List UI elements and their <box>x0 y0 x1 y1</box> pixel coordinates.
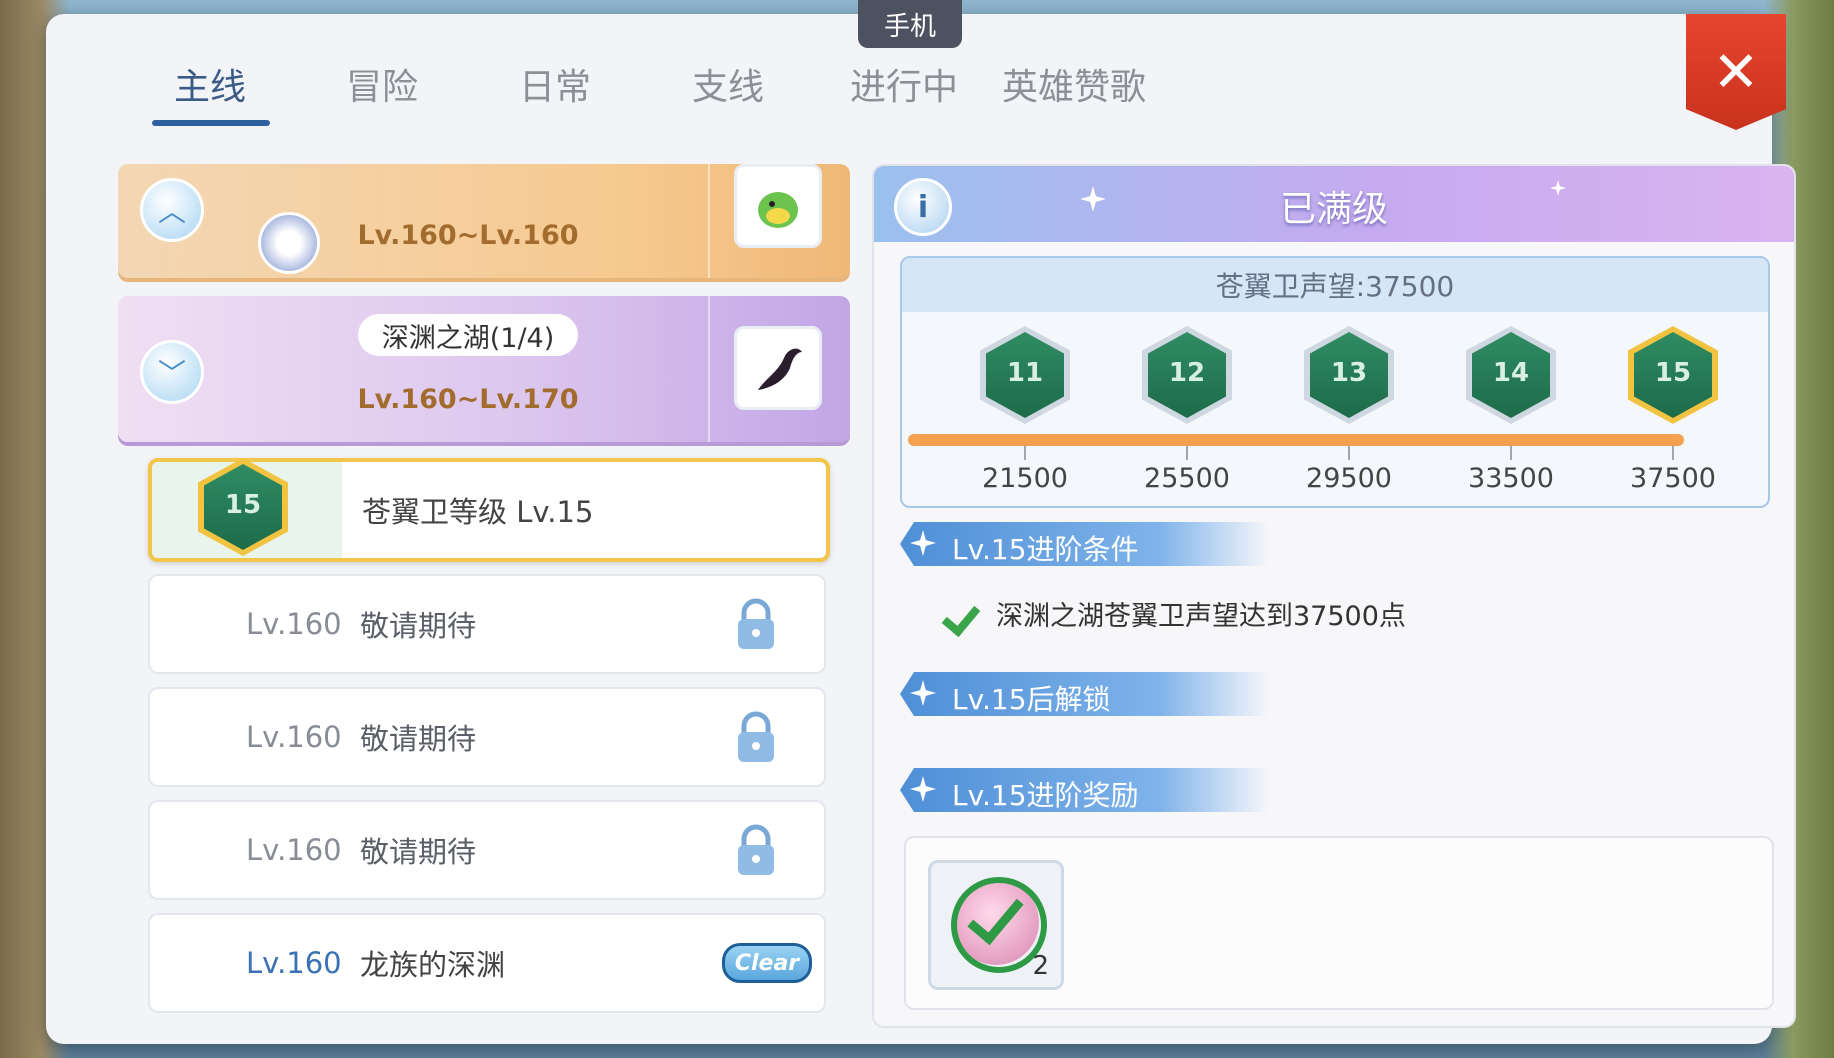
chapter-divider <box>708 164 710 278</box>
quest-detail-panel: i 已满级 苍翼卫声望:37500 11 12 13 14 15 21500 2… <box>872 164 1796 1028</box>
progress-tick <box>1510 446 1512 460</box>
detail-header: i 已满级 <box>874 166 1794 242</box>
reward-count: 2 <box>1032 951 1049 981</box>
section-header-unlocks: Lv.15后解锁 <box>900 672 1270 716</box>
reputation-value: 37500 <box>1630 463 1716 494</box>
detail-title: 已满级 <box>1279 189 1388 230</box>
star-icon <box>910 680 936 706</box>
chapter-divider <box>708 296 710 442</box>
progress-tick <box>1186 446 1188 460</box>
section-title: Lv.15进阶条件 <box>952 533 1139 566</box>
reputation-value: 21500 <box>982 463 1068 494</box>
tab-adventure[interactable]: 冒险 <box>346 58 418 110</box>
section-title: Lv.15后解锁 <box>952 683 1111 716</box>
rank-medal-icon: 11 <box>978 326 1072 424</box>
star-icon <box>910 776 936 802</box>
rank-medal-icon: 13 <box>1302 326 1396 424</box>
rank-medal-icon: 12 <box>1140 326 1234 424</box>
star-icon <box>910 530 936 556</box>
quest-name: 敬请期待 <box>360 835 477 869</box>
condition-row: 深渊之湖苍翼卫声望达到37500点 <box>944 594 1406 633</box>
device-label: 手机 <box>858 0 962 48</box>
tab-in-progress[interactable]: 进行中 <box>850 58 958 110</box>
lock-icon <box>738 824 774 875</box>
reward-item[interactable]: 2 <box>928 860 1064 990</box>
clear-badge: Clear <box>722 943 812 983</box>
medal-rank: 12 <box>1168 358 1206 388</box>
reputation-progress-bar <box>908 434 1684 446</box>
quest-panel: 主线 冒险 日常 支线 进行中 英雄赞歌 ︿ Lv.160~Lv.160 ﹀ 深… <box>46 14 1796 1044</box>
checkmark-icon <box>944 596 988 632</box>
reputation-value: 25500 <box>1144 463 1230 494</box>
chapter-level-range: Lv.160~Lv.160 <box>357 220 579 251</box>
quest-item-completed[interactable]: Lv.160 龙族的深渊 Clear <box>148 913 826 1013</box>
quest-level: Lv.160 <box>246 833 342 867</box>
quest-level: Lv.160 <box>246 607 342 641</box>
chevron-up-icon[interactable]: ︿ <box>140 178 204 242</box>
close-icon: ✕ <box>1712 40 1760 105</box>
reputation-title: 苍翼卫声望:37500 <box>902 258 1768 312</box>
quest-name: 龙族的深渊 <box>360 948 506 982</box>
tab-daily[interactable]: 日常 <box>519 58 591 110</box>
quest-name: 敬请期待 <box>360 722 477 756</box>
green-dragon-icon[interactable] <box>734 164 822 248</box>
chapter-level-range: Lv.160~Lv.170 <box>357 384 579 415</box>
rank-badge-number: 15 <box>224 490 262 520</box>
quest-item-locked[interactable]: Lv.160 敬请期待 <box>148 687 826 787</box>
chapter-current[interactable]: ﹀ 深渊之湖(1/4) Lv.160~Lv.170 <box>118 296 850 442</box>
quest-list[interactable]: ︿ Lv.160~Lv.160 ﹀ 深渊之湖(1/4) Lv.160~Lv.17… <box>116 164 856 1024</box>
chapter-previous[interactable]: ︿ Lv.160~Lv.160 <box>118 164 850 278</box>
section-header-conditions: Lv.15进阶条件 <box>900 522 1270 566</box>
rank-badge-icon: 15 <box>196 458 290 556</box>
section-title: Lv.15进阶奖励 <box>952 779 1139 812</box>
chapter-title: 深渊之湖(1/4) <box>358 314 578 356</box>
progress-tick <box>1024 446 1026 460</box>
progress-tick <box>1348 446 1350 460</box>
dark-tentacle-icon[interactable] <box>734 326 822 410</box>
quest-item-locked[interactable]: Lv.160 敬请期待 <box>148 574 826 674</box>
section-header-rewards: Lv.15进阶奖励 <box>900 768 1270 812</box>
lock-icon <box>738 711 774 762</box>
tab-side[interactable]: 支线 <box>692 58 764 110</box>
reputation-value: 33500 <box>1468 463 1554 494</box>
active-tab-indicator <box>152 120 270 126</box>
progress-tick <box>1672 446 1674 460</box>
tab-hero-anthem[interactable]: 英雄赞歌 <box>1002 58 1146 110</box>
condition-text: 深渊之湖苍翼卫声望达到37500点 <box>996 601 1406 632</box>
reward-list: 2 <box>904 836 1774 1010</box>
close-button[interactable]: ✕ <box>1686 14 1786 130</box>
lock-icon <box>738 598 774 649</box>
medal-rank: 11 <box>1006 358 1044 388</box>
quest-item-selected[interactable]: 15 苍翼卫等级 Lv.15 <box>148 458 830 562</box>
quest-level: Lv.160 <box>246 720 342 754</box>
reputation-value: 29500 <box>1306 463 1392 494</box>
rank-medal-icon-current: 15 <box>1626 326 1720 424</box>
quest-name: 敬请期待 <box>360 609 477 643</box>
quest-name: 苍翼卫等级 Lv.15 <box>362 495 594 529</box>
medal-rank: 15 <box>1654 358 1692 388</box>
medal-rank: 14 <box>1492 358 1530 388</box>
chevron-down-icon[interactable]: ﹀ <box>140 340 204 404</box>
medal-rank: 13 <box>1330 358 1368 388</box>
tab-main[interactable]: 主线 <box>174 58 246 110</box>
quest-level: Lv.160 <box>246 946 342 980</box>
reputation-track: 苍翼卫声望:37500 11 12 13 14 15 21500 25500 2… <box>900 256 1770 508</box>
rank-medal-icon: 14 <box>1464 326 1558 424</box>
chapter-emblem-icon <box>258 212 320 274</box>
quest-item-locked[interactable]: Lv.160 敬请期待 <box>148 800 826 900</box>
